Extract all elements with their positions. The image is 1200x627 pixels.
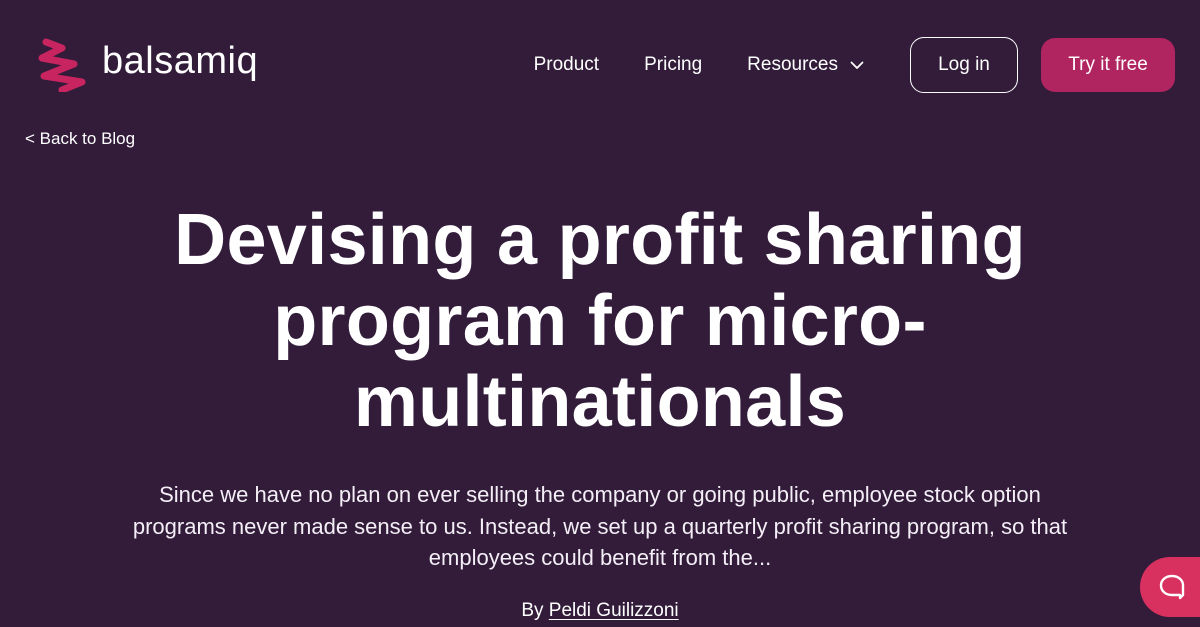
byline-prefix: By	[521, 600, 549, 621]
login-button[interactable]: Log in	[910, 37, 1018, 93]
nav-resources[interactable]: Resources	[747, 54, 864, 76]
squiggle-logo-icon	[38, 38, 86, 92]
chevron-down-icon	[850, 61, 864, 69]
byline: By Peldi Guilizzoni	[0, 600, 1200, 622]
main-nav: Product Pricing Resources Log in Try it …	[534, 37, 1175, 93]
page: balsamiq Product Pricing Resources Log i…	[0, 0, 1200, 627]
nav-pricing[interactable]: Pricing	[644, 54, 702, 76]
site-header: balsamiq Product Pricing Resources Log i…	[0, 0, 1200, 130]
nav-product[interactable]: Product	[534, 54, 599, 76]
logo-link[interactable]: balsamiq	[38, 36, 258, 92]
page-title: Devising a profit sharing program for mi…	[174, 200, 1026, 442]
post-excerpt: Since we have no plan on ever selling th…	[132, 482, 1068, 570]
nav-resources-label: Resources	[747, 54, 838, 75]
chat-bubble-icon	[1159, 574, 1185, 600]
help-chat-button[interactable]	[1140, 557, 1200, 617]
back-to-blog-link[interactable]: < Back to Blog	[25, 129, 135, 149]
author-link[interactable]: Peldi Guilizzoni	[549, 600, 679, 621]
try-free-button[interactable]: Try it free	[1041, 38, 1175, 92]
logo-text: balsamiq	[102, 40, 259, 82]
